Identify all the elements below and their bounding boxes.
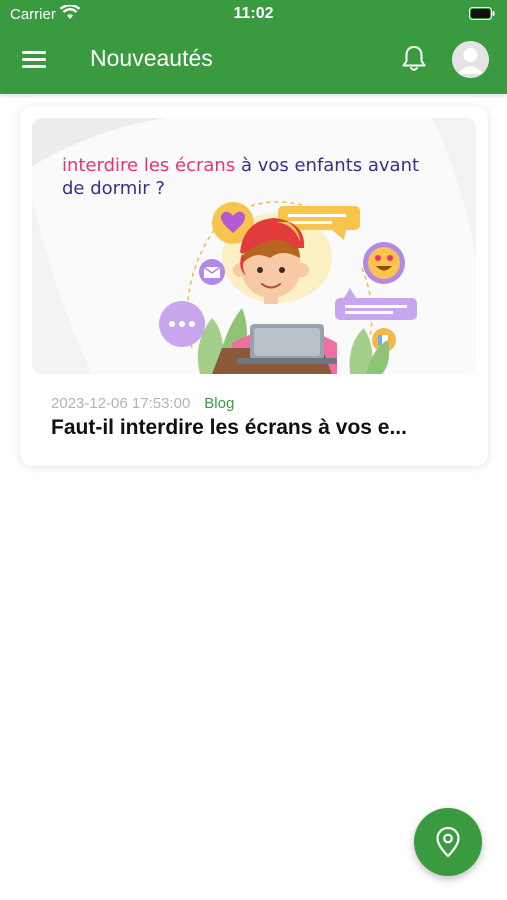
menu-icon-line (22, 58, 46, 61)
menu-icon-line (22, 65, 46, 68)
app-bar: Nouveautés (0, 28, 507, 94)
article-title[interactable]: Faut-il interdire les écrans à vos e... (51, 416, 461, 440)
image-headline-highlight: interdire les écrans (62, 155, 236, 176)
menu-button[interactable] (22, 49, 48, 71)
article-meta: 2023-12-06 17:53:00 Blog (51, 395, 234, 412)
bell-icon (402, 46, 426, 71)
article-category[interactable]: Blog (204, 395, 234, 412)
profile-avatar[interactable] (452, 41, 489, 78)
notifications-button[interactable] (400, 44, 428, 74)
map-pin-icon (436, 826, 460, 858)
image-headline: interdire les écrans à vos enfants avant… (62, 154, 442, 200)
status-time: 11:02 (233, 5, 274, 22)
menu-icon-line (22, 51, 46, 54)
location-fab-button[interactable] (414, 808, 482, 876)
article-image: interdire les écrans à vos enfants avant… (32, 118, 476, 374)
battery-icon (469, 7, 495, 20)
article-date: 2023-12-06 17:53:00 (51, 395, 191, 412)
status-bar: Carrier 11:02 (0, 0, 507, 28)
avatar-icon (452, 41, 489, 78)
article-card[interactable]: interdire les écrans à vos enfants avant… (20, 106, 488, 466)
app-header: Carrier 11:02 Nouveautés (0, 0, 507, 94)
page-title: Nouveautés (90, 45, 213, 71)
